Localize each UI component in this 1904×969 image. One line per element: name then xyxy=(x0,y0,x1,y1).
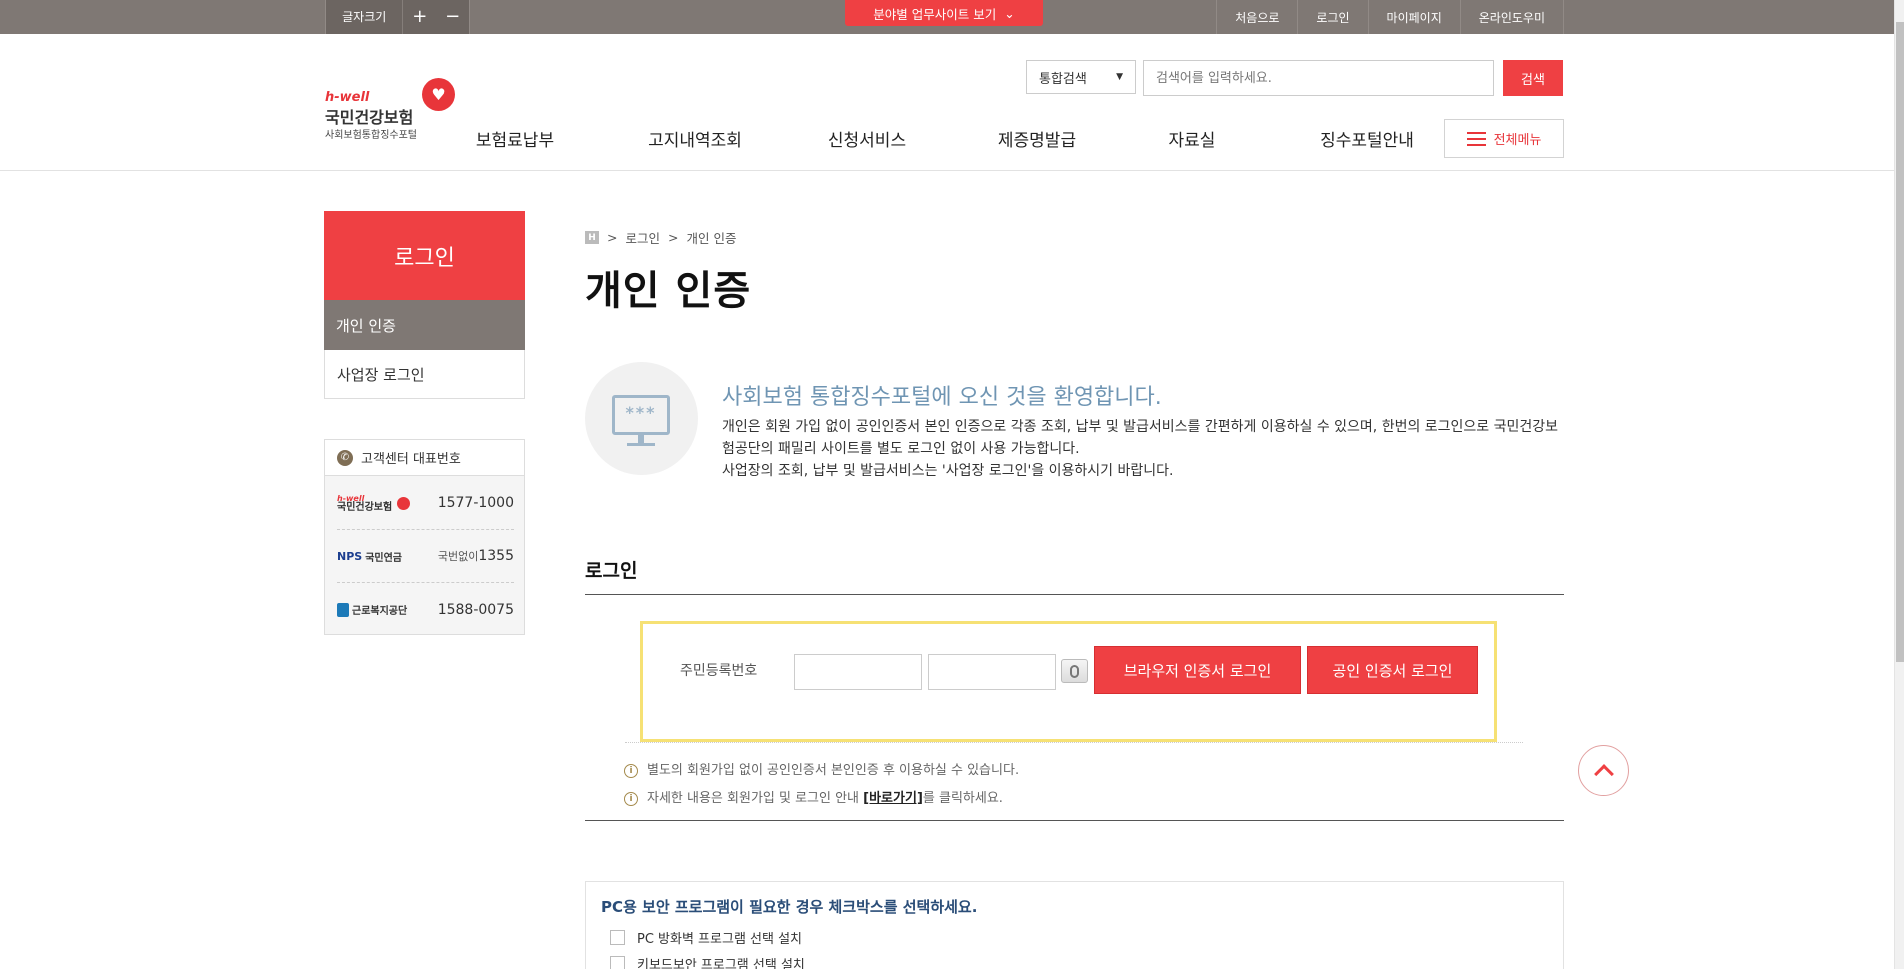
mouse-input-icon[interactable] xyxy=(1061,659,1088,683)
all-menu-label: 전체메뉴 xyxy=(1493,133,1542,148)
rrn-back-input[interactable] xyxy=(928,654,1056,690)
login-link[interactable]: 로그인 xyxy=(1297,0,1367,34)
divider xyxy=(585,594,1564,595)
heart-icon xyxy=(397,496,411,510)
main-navigation: 보험료납부 고지내역조회 신청서비스 제증명발급 자료실 징수포털안내 xyxy=(470,126,1422,156)
note-item: i 별도의 회원가입 없이 공인인증서 본인인증 후 이용하실 수 있습니다. xyxy=(624,757,1019,785)
scroll-to-top-button[interactable] xyxy=(1578,745,1629,796)
mypage-link[interactable]: 마이페이지 xyxy=(1367,0,1460,34)
firewall-label: PC 방화벽 프로그램 선택 설치 xyxy=(637,932,803,947)
nav-notice-history[interactable]: 고지내역조회 xyxy=(640,126,750,156)
hamburger-icon xyxy=(1466,131,1486,146)
font-increase-button[interactable]: + xyxy=(403,0,436,34)
breadcrumb-sep: > xyxy=(607,230,618,245)
monitor-icon: *** xyxy=(585,362,698,475)
field-sites-button[interactable]: 분야별 업무사이트 보기 ⌄ xyxy=(845,0,1043,26)
font-decrease-button[interactable]: − xyxy=(436,0,469,34)
home-link[interactable]: 처음으로 xyxy=(1216,0,1297,34)
keyboard-security-checkbox[interactable] xyxy=(610,956,625,969)
sidebar-item-personal-auth[interactable]: 개인 인증 xyxy=(324,300,525,350)
font-size-label: 글자크기 xyxy=(326,0,404,34)
breadcrumb-login[interactable]: 로그인 xyxy=(625,228,660,247)
firewall-checkbox-row[interactable]: PC 방화벽 프로그램 선택 설치 xyxy=(610,928,802,947)
login-notes: i 별도의 회원가입 없이 공인인증서 본인인증 후 이용하실 수 있습니다. … xyxy=(624,757,1019,813)
nps-phone: 국번없이1355 xyxy=(437,548,514,564)
welcome-title: 사회보험 통합징수포털에 오신 것을 환영합니다. xyxy=(722,385,1162,410)
sidebar-item-business-login[interactable]: 사업장 로그인 xyxy=(324,350,525,399)
all-menu-button[interactable]: 전체메뉴 xyxy=(1444,119,1564,158)
divider xyxy=(625,742,1523,743)
home-icon[interactable]: H xyxy=(585,231,599,244)
caret-down-icon: ▼ xyxy=(1116,72,1123,82)
note-item: i 자세한 내용은 회원가입 및 로그인 안내 [바로가기]를 클릭하세요. xyxy=(624,785,1019,813)
kcomwel-emblem-icon xyxy=(337,602,349,617)
note-text-1: 별도의 회원가입 없이 공인인증서 본인인증 후 이용하실 수 있습니다. xyxy=(647,763,1020,778)
rrn-label: 주민등록번호 xyxy=(680,663,758,679)
note-text-2: 자세한 내용은 회원가입 및 로그인 안내 [바로가기]를 클릭하세요. xyxy=(647,791,1003,806)
chevron-down-icon: ⌄ xyxy=(1004,5,1015,21)
public-cert-login-button[interactable]: 공인 인증서 로그인 xyxy=(1307,646,1478,694)
cs-row-nhis: h-well 국민건강보험 1577-1000 xyxy=(337,477,514,530)
kcomwel-logo: 근로복지공단 xyxy=(337,602,407,617)
shortcut-link[interactable]: [바로가기] xyxy=(863,791,923,806)
breadcrumb-sep: > xyxy=(668,230,679,245)
nps-logo: NPS 국민연금 xyxy=(337,549,403,564)
heart-icon: ♥ xyxy=(422,78,455,111)
info-icon: i xyxy=(624,764,638,778)
utility-links: 처음으로 로그인 마이페이지 온라인도우미 xyxy=(1216,0,1564,34)
nav-application-service[interactable]: 신청서비스 xyxy=(822,126,912,156)
welcome-description: 개인은 회원 가입 없이 공인인증서 본인 인증으로 각종 조회, 납부 및 발… xyxy=(722,416,1565,482)
customer-center-box: ✆ 고객센터 대표번호 h-well 국민건강보험 1577-1000 NPS … xyxy=(324,439,525,635)
online-help-link[interactable]: 온라인도우미 xyxy=(1459,0,1564,34)
nhis-phone: 1577-1000 xyxy=(437,495,514,511)
font-size-control: 글자크기 + − xyxy=(325,0,470,34)
search-input[interactable] xyxy=(1143,60,1494,96)
logo-name: 국민건강보험 xyxy=(325,108,414,127)
divider xyxy=(585,820,1564,821)
kcomwel-phone: 1588-0075 xyxy=(437,601,514,618)
security-program-box: PC용 보안 프로그램이 필요한 경우 체크박스를 선택하세요. PC 방화벽 … xyxy=(585,881,1564,969)
breadcrumb-current: 개인 인증 xyxy=(686,231,737,246)
firewall-checkbox[interactable] xyxy=(610,930,625,945)
login-form: 주민등록번호 브라우저 인증서 로그인 공인 인증서 로그인 xyxy=(640,621,1497,742)
breadcrumb: H > 로그인 > 개인 인증 xyxy=(585,228,736,247)
search-scope-value: 통합검색 xyxy=(1039,71,1087,87)
info-icon: i xyxy=(624,792,638,806)
phone-icon: ✆ xyxy=(337,449,353,466)
customer-center-label: 고객센터 대표번호 xyxy=(361,452,461,467)
cs-row-kcomwel: 근로복지공단 1588-0075 xyxy=(337,583,514,636)
browser-cert-login-button[interactable]: 브라우저 인증서 로그인 xyxy=(1094,646,1301,694)
page-scrollbar[interactable] xyxy=(1894,0,1904,969)
site-header: h-well 국민건강보험 사회보험통합징수포털 ♥ 통합검색 ▼ 검색 보험료… xyxy=(0,34,1904,171)
chevron-up-icon xyxy=(1593,764,1614,784)
nav-resources[interactable]: 자료실 xyxy=(1162,126,1222,156)
security-title: PC용 보안 프로그램이 필요한 경우 체크박스를 선택하세요. xyxy=(601,898,978,916)
sidebar-title: 로그인 xyxy=(324,211,525,300)
logo-hwell: h-well xyxy=(325,90,370,105)
logo-subtitle: 사회보험통합징수포털 xyxy=(325,130,417,141)
login-heading: 로그인 xyxy=(585,560,638,582)
field-sites-label: 분야별 업무사이트 보기 xyxy=(873,6,997,22)
welcome-desc-line-2: 사업장의 조회, 납부 및 발급서비스는 '사업장 로그인'을 이용하시기 바랍… xyxy=(722,463,1174,479)
keyboard-security-checkbox-row[interactable]: 키보드보안 프로그램 선택 설치 xyxy=(610,954,805,969)
search-button[interactable]: 검색 xyxy=(1503,60,1563,96)
nav-premium-payment[interactable]: 보험료납부 xyxy=(470,126,560,156)
nhis-logo: h-well 국민건강보험 xyxy=(337,494,411,513)
nav-portal-guide[interactable]: 징수포털안내 xyxy=(1312,126,1422,156)
top-utility-bar: 글자크기 + − 분야별 업무사이트 보기 ⌄ 처음으로 로그인 마이페이지 온… xyxy=(0,0,1904,34)
page-title: 개인 인증 xyxy=(585,268,752,314)
scrollbar-thumb[interactable] xyxy=(1896,22,1904,662)
search-scope-select[interactable]: 통합검색 ▼ xyxy=(1026,60,1136,94)
welcome-desc-line-1: 개인은 회원 가입 없이 공인인증서 본인 인증으로 각종 조회, 납부 및 발… xyxy=(722,419,1559,457)
nav-certificate-issue[interactable]: 제증명발급 xyxy=(992,126,1082,156)
customer-center-title: ✆ 고객센터 대표번호 xyxy=(325,440,524,476)
keyboard-security-label: 키보드보안 프로그램 선택 설치 xyxy=(637,958,805,969)
site-logo[interactable]: h-well 국민건강보험 사회보험통합징수포털 ♥ xyxy=(325,78,460,141)
cs-row-nps: NPS 국민연금 국번없이1355 xyxy=(337,530,514,583)
rrn-front-input[interactable] xyxy=(794,654,922,690)
